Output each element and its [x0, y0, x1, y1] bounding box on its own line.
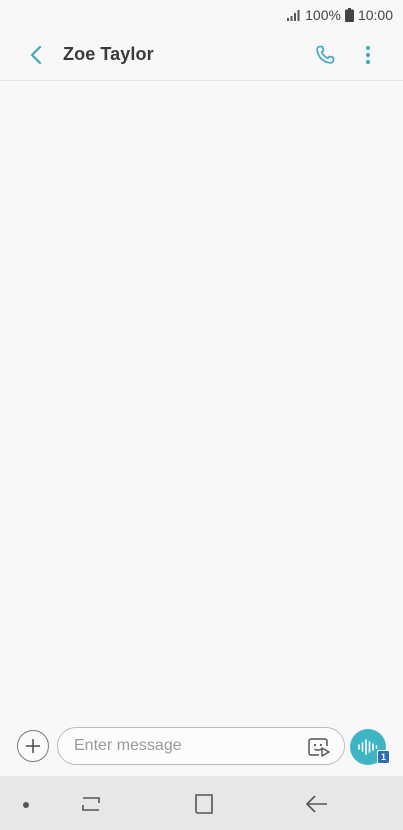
back-icon[interactable] [305, 794, 329, 814]
status-bar: 100% 10:00 [0, 0, 403, 30]
status-indicators: 100% 10:00 [287, 6, 393, 24]
message-input-container [57, 727, 345, 765]
more-options-icon [366, 46, 370, 64]
sticker-button[interactable] [307, 736, 331, 758]
message-input[interactable] [74, 728, 294, 764]
battery-percentage: 100% [305, 7, 341, 23]
signal-icon [287, 10, 300, 21]
home-icon[interactable] [193, 794, 215, 814]
battery-icon [344, 8, 354, 22]
system-navigation-bar [0, 776, 403, 830]
clock: 10:00 [357, 7, 393, 23]
sim-badge: 1 [377, 750, 390, 764]
add-attachment-button[interactable] [17, 730, 49, 762]
back-arrow-icon [30, 45, 42, 65]
call-button[interactable] [311, 41, 339, 69]
message-composer: 1 [0, 719, 403, 775]
dot-icon[interactable] [23, 802, 29, 808]
back-button[interactable] [22, 42, 50, 68]
voice-recorder-icon [358, 739, 378, 755]
contact-name[interactable]: Zoe Taylor [63, 44, 154, 65]
add-icon [26, 739, 40, 753]
conversation-header: Zoe Taylor [0, 30, 403, 81]
phone-call-icon [316, 45, 335, 64]
more-options-button[interactable] [357, 41, 379, 69]
recents-icon[interactable] [80, 794, 102, 814]
message-list[interactable] [0, 81, 403, 719]
sticker-icon [308, 738, 330, 757]
